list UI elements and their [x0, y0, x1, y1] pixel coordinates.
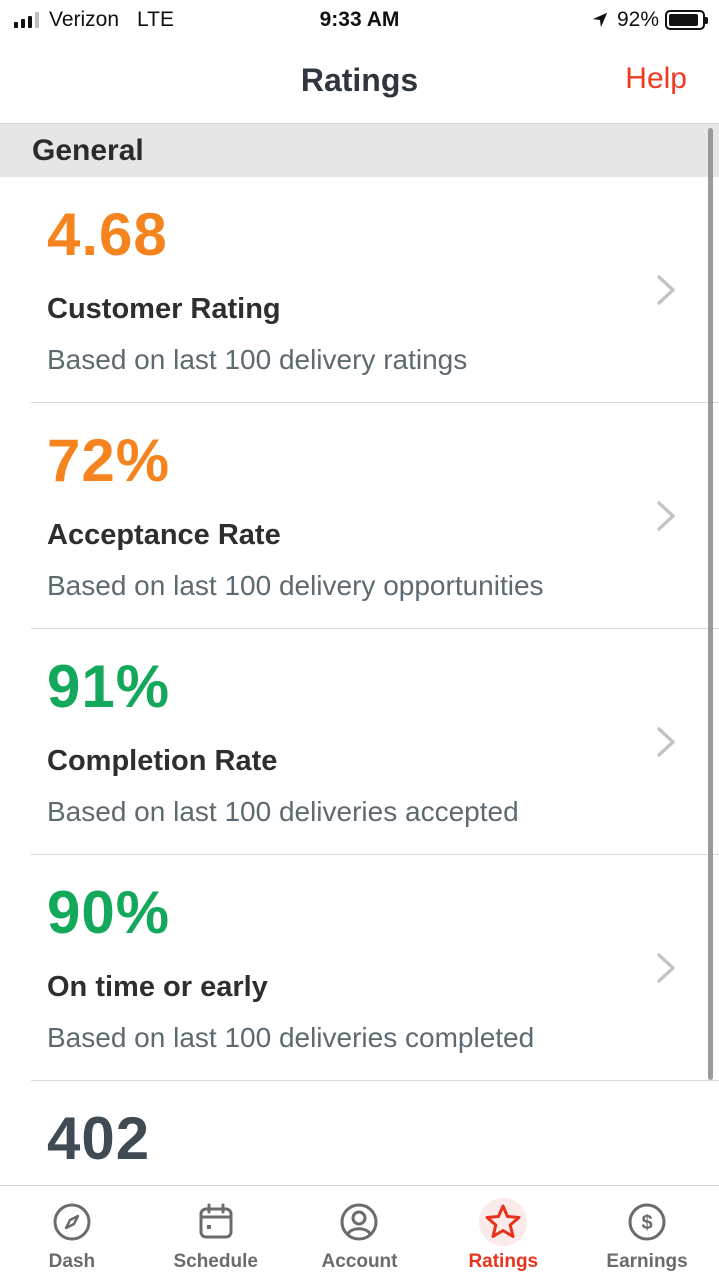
metrics-list[interactable]: 4.68 Customer Rating Based on last 100 d…: [0, 177, 719, 1185]
tab-account[interactable]: Account: [288, 1186, 432, 1279]
tab-label: Earnings: [606, 1251, 688, 1272]
star-icon: [485, 1204, 521, 1238]
tab-label: Account: [321, 1251, 398, 1272]
tab-ratings[interactable]: Ratings: [431, 1186, 575, 1279]
chevron-right-icon: [657, 275, 675, 305]
chevron-right-icon: [657, 727, 675, 757]
metric-value: 72%: [47, 427, 171, 494]
calendar-icon: [199, 1203, 233, 1239]
dollar-circle-icon: $: [628, 1203, 666, 1241]
metric-subtitle: Based on last 100 delivery ratings: [47, 344, 468, 375]
status-right: 92%: [591, 8, 708, 32]
compass-icon: [53, 1203, 91, 1241]
metric-title: Acceptance Rate: [47, 519, 281, 551]
metric-title: On time or early: [47, 971, 268, 1003]
section-header-general: General: [0, 124, 719, 177]
metric-title: Customer Rating: [47, 293, 281, 325]
metric-row-completion-rate[interactable]: 91% Completion Rate Based on last 100 de…: [31, 629, 719, 855]
metric-value: 91%: [47, 653, 171, 720]
tab-schedule[interactable]: Schedule: [144, 1186, 288, 1279]
location-arrow-icon: [592, 12, 608, 28]
metric-row-on-time[interactable]: 90% On time or early Based on last 100 d…: [31, 855, 719, 1081]
metric-value: 402: [47, 1105, 151, 1172]
metric-row-acceptance-rate[interactable]: 72% Acceptance Rate Based on last 100 de…: [31, 403, 719, 629]
battery-level: [669, 14, 699, 26]
battery-percent: 92%: [616, 8, 659, 31]
metric-row-customer-rating[interactable]: 4.68 Customer Rating Based on last 100 d…: [31, 177, 719, 403]
tab-label: Schedule: [173, 1251, 258, 1272]
tab-label: Dash: [48, 1251, 96, 1272]
tab-earnings[interactable]: $ Earnings: [575, 1186, 719, 1279]
battery-icon: [665, 10, 708, 30]
tab-dash[interactable]: Dash: [0, 1186, 144, 1279]
svg-text:$: $: [642, 1212, 653, 1234]
metric-subtitle: Based on last 100 delivery opportunities: [47, 570, 544, 601]
help-button[interactable]: Help: [625, 62, 687, 96]
metric-title: Completion Rate: [47, 745, 278, 777]
metric-subtitle: Based on last 100 deliveries completed: [47, 1022, 535, 1053]
navigation-bar: Ratings Help: [0, 40, 719, 124]
chevron-right-icon: [657, 501, 675, 531]
metric-value: 4.68: [47, 201, 168, 268]
tab-label: Ratings: [468, 1251, 539, 1272]
metric-value: 90%: [47, 879, 171, 946]
metric-subtitle: Based on last 100 deliveries accepted: [47, 796, 519, 827]
scrollbar[interactable]: [708, 128, 713, 1080]
tab-bar: Dash Schedule Account Ratings $ Earnings: [0, 1185, 719, 1279]
chevron-right-icon: [657, 953, 675, 983]
page-title: Ratings: [300, 62, 419, 98]
status-bar: Verizon LTE 9:33 AM 92%: [0, 0, 719, 40]
section-title: General: [32, 134, 144, 167]
user-circle-icon: [340, 1203, 378, 1241]
metric-row-lifetime[interactable]: 402: [31, 1081, 719, 1185]
